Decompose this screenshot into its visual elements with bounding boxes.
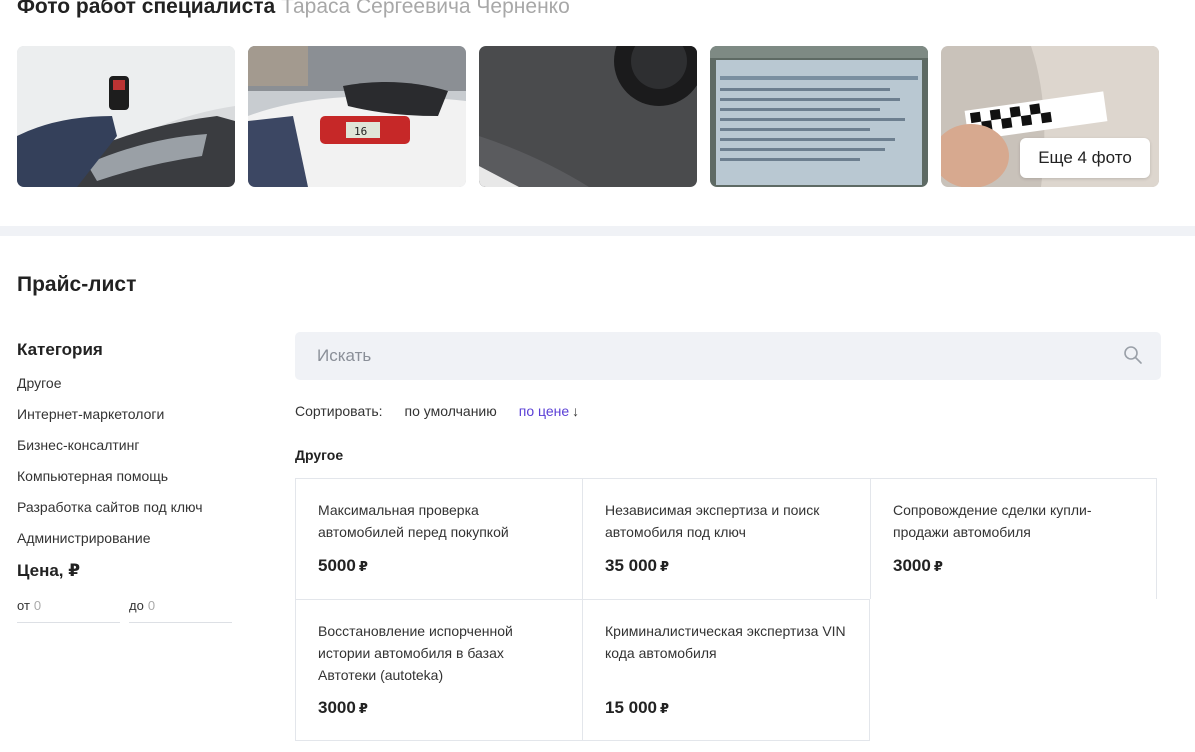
photo-thumbnail[interactable]: 16 <box>248 46 466 187</box>
service-price: 3000 ₽ <box>893 556 943 576</box>
service-price-value: 3000 <box>893 556 931 575</box>
sort-label: Сортировать: <box>295 403 383 419</box>
photos-title-text: Фото работ специалиста <box>17 0 276 18</box>
service-title: Максимальная проверка автомобилей перед … <box>318 502 509 540</box>
price-to-label: до <box>129 598 144 613</box>
price-from-placeholder: 0 <box>33 598 42 613</box>
service-price-value: 15 000 <box>605 698 657 717</box>
service-price: 3000 ₽ <box>318 698 368 718</box>
more-photos-button[interactable]: Еще 4 фото <box>1020 138 1150 178</box>
photo-thumbnail-more[interactable]: Еще 4 фото <box>941 46 1159 187</box>
currency-symbol: ₽ <box>358 701 368 716</box>
currency-symbol: ₽ <box>358 559 368 574</box>
price-from-field[interactable]: от 0 <box>17 598 120 623</box>
category-item[interactable]: Компьютерная помощь <box>17 468 237 499</box>
category-item[interactable]: Интернет-маркетологи <box>17 406 237 437</box>
service-title: Независимая экспертиза и поиск автомобил… <box>605 502 820 540</box>
currency-symbol: ₽ <box>933 559 943 574</box>
service-price-value: 5000 <box>318 556 356 575</box>
service-title: Сопровождение сделки купли-продажи автом… <box>893 502 1092 540</box>
sort-default-option[interactable]: по умолчанию <box>405 403 497 421</box>
price-to-field[interactable]: до 0 <box>129 598 232 623</box>
service-group-title: Другое <box>295 447 344 463</box>
currency-symbol: ₽ <box>660 559 670 574</box>
category-item[interactable]: Другое <box>17 375 237 406</box>
service-title: Криминалистическая экспертиза VIN кода а… <box>605 623 846 661</box>
photo-thumbnail[interactable] <box>479 46 697 187</box>
category-heading: Категория <box>17 340 103 359</box>
service-card[interactable]: Независимая экспертиза и поиск автомобил… <box>582 478 870 599</box>
section-divider <box>0 226 1195 236</box>
service-card[interactable]: Сопровождение сделки купли-продажи автом… <box>870 478 1157 599</box>
search-placeholder: Искать <box>317 346 372 365</box>
filters-sidebar: Категория Другое Интернет-маркетологи Би… <box>17 340 237 623</box>
service-card[interactable]: Криминалистическая экспертиза VIN кода а… <box>582 599 870 741</box>
photos-title: Фото работ специалиста Тараса Сергеевича… <box>17 0 570 19</box>
specialist-name: Тараса Сергеевича Черненко <box>281 0 570 18</box>
search-input[interactable]: Искать <box>295 332 1161 380</box>
price-range: от 0 до 0 <box>17 598 237 623</box>
search-icon[interactable] <box>1123 345 1143 365</box>
service-price-value: 3000 <box>318 698 356 717</box>
currency-symbol: ₽ <box>660 701 670 716</box>
service-price-value: 35 000 <box>605 556 657 575</box>
service-card[interactable]: Восстановление испорченной истории автом… <box>295 599 582 741</box>
photo-gallery: 16 Еще 4 фото <box>17 46 1159 187</box>
service-card[interactable]: Максимальная проверка автомобилей перед … <box>295 478 582 599</box>
photo-thumbnail[interactable] <box>17 46 235 187</box>
sort-price-option[interactable]: по цене ↓ <box>519 403 579 421</box>
svg-text:16: 16 <box>354 125 367 138</box>
photo-thumbnail[interactable] <box>710 46 928 187</box>
sort-bar: Сортировать: по умолчанию по цене ↓ <box>295 403 1161 421</box>
sort-price-label: по цене <box>518 403 570 419</box>
category-item[interactable]: Бизнес-консалтинг <box>17 437 237 468</box>
price-heading: Цена, ₽ <box>17 561 81 580</box>
price-from-label: от <box>17 598 30 613</box>
price-list-title: Прайс-лист <box>17 273 137 296</box>
photos-section: Фото работ специалиста Тараса Сергеевича… <box>0 0 1195 226</box>
category-item[interactable]: Разработка сайтов под ключ <box>17 499 237 530</box>
price-list-main: Искать Сортировать: по умолчанию по цене… <box>295 332 1161 741</box>
service-price: 15 000 ₽ <box>605 698 669 718</box>
service-price: 5000 ₽ <box>318 556 368 576</box>
price-to-placeholder: 0 <box>147 598 156 613</box>
sort-arrow-icon: ↓ <box>572 403 580 419</box>
services-grid: Максимальная проверка автомобилей перед … <box>295 478 1157 741</box>
service-price: 35 000 ₽ <box>605 556 669 576</box>
service-title: Восстановление испорченной истории автом… <box>318 623 513 683</box>
category-item[interactable]: Администрирование <box>17 530 237 561</box>
